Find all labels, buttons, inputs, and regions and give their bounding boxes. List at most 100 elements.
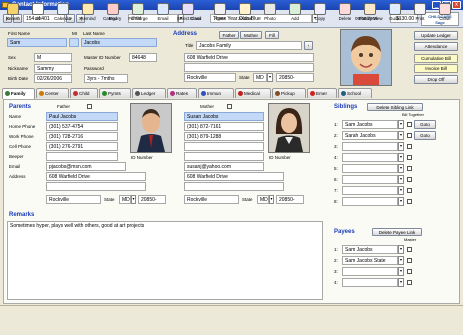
father-photo[interactable] <box>130 103 172 153</box>
payee-name-field[interactable] <box>342 278 398 287</box>
father-name-field[interactable]: Paul Jacobs <box>46 112 118 121</box>
mother-photo[interactable] <box>268 103 310 153</box>
last-name-field[interactable]: Jacobs <box>81 38 157 47</box>
father-email-field[interactable]: pjacobs@msn.com <box>46 162 126 171</box>
tab-pymts[interactable]: Pymts <box>99 88 131 98</box>
delete-sibling-link-button[interactable]: Delete Sibling Link <box>367 103 423 111</box>
payee-name-field[interactable] <box>342 267 398 276</box>
tab-family[interactable]: Family <box>2 88 35 99</box>
tab-ledger[interactable]: Ledger <box>132 88 166 98</box>
sibling-dropdown-icon[interactable]: ▾ <box>398 197 404 206</box>
sibling-dropdown-icon[interactable]: ▾ <box>398 186 404 195</box>
father-state-field[interactable]: MD <box>119 195 131 204</box>
bill-together-checkbox[interactable] <box>407 199 412 204</box>
close-button[interactable]: Close <box>434 2 456 29</box>
mother-state-dropdown-icon[interactable]: ▾ <box>269 195 274 204</box>
mother-street2-field[interactable] <box>184 182 284 191</box>
payee-dropdown-icon[interactable]: ▾ <box>398 256 404 265</box>
mother-name-field[interactable]: Susan Jacobs <box>184 112 264 121</box>
mother-state-field[interactable]: MD <box>257 195 269 204</box>
select-email-button[interactable]: Select Email <box>177 2 201 29</box>
remarks-textarea[interactable]: Sometimes hyper, plays well with others,… <box>7 221 323 300</box>
sibling-name-field[interactable] <box>342 197 398 206</box>
remind-button[interactable]: Remind <box>77 2 99 29</box>
address-city-field[interactable]: Rockville <box>184 73 236 82</box>
sibling-goto-button[interactable]: Goto <box>414 131 436 140</box>
payee-name-field[interactable]: Sam Jacobs State <box>342 256 398 265</box>
master-id-field[interactable]: 84648 <box>129 53 157 62</box>
update-ledger-button[interactable]: Update Ledger <box>414 31 458 40</box>
cumulative-bill-button[interactable]: Cumulative Bill <box>414 54 458 63</box>
sibling-dropdown-icon[interactable]: ▾ <box>398 131 404 140</box>
sibling-name-field[interactable]: Sarah Jacobs <box>342 131 398 140</box>
guide-button[interactable]: Guide <box>384 2 406 29</box>
mother-zip-field[interactable]: 20850- <box>276 195 304 204</box>
bill-together-checkbox[interactable] <box>407 155 412 160</box>
agets-button[interactable]: Agets <box>209 2 231 29</box>
sibling-name-field[interactable] <box>342 186 398 195</box>
address-street2-field[interactable] <box>184 63 314 72</box>
child-photo[interactable] <box>340 29 392 86</box>
sibling-dropdown-icon[interactable]: ▾ <box>398 164 404 173</box>
payee-dropdown-icon[interactable]: ▾ <box>398 245 404 254</box>
father-cell-field[interactable]: (301) 276-2791 <box>46 142 118 151</box>
payee-dropdown-icon[interactable]: ▾ <box>398 267 404 276</box>
tab-medical[interactable]: Medical <box>235 88 271 98</box>
sibling-dropdown-icon[interactable]: ▾ <box>398 142 404 151</box>
copy-button[interactable]: Copy <box>309 2 331 29</box>
delete-button[interactable]: Delete <box>334 2 356 29</box>
address-title-expand-button[interactable]: ‹ <box>304 41 313 50</box>
sibling-name-field[interactable] <box>342 175 398 184</box>
tab-emer[interactable]: Emer <box>307 88 337 98</box>
bill-together-checkbox[interactable] <box>407 122 412 127</box>
invoice-bill-button[interactable]: Invoice Bill <box>414 64 458 73</box>
list-button[interactable]: List <box>27 2 49 29</box>
email-button[interactable]: Email <box>152 2 174 29</box>
tab-school[interactable]: School <box>338 88 372 98</box>
address-state-dropdown-icon[interactable]: ▾ <box>267 73 273 82</box>
attendance-button[interactable]: Attendance <box>414 42 458 51</box>
mother-street-field[interactable]: 608 Warfield Drive <box>184 172 284 181</box>
address-title-field[interactable]: Jacobs Family <box>196 41 302 50</box>
father-work-field[interactable]: (301) 728-2716 <box>46 132 118 141</box>
tab-immun[interactable]: Immun <box>198 88 234 98</box>
bill-together-checkbox[interactable] <box>407 144 412 149</box>
mother-city-field[interactable]: Rockville <box>184 195 239 204</box>
delete-payee-link-button[interactable]: Delete Payee Link <box>372 228 422 236</box>
tab-pickup[interactable]: Pickup <box>272 88 306 98</box>
sibling-dropdown-icon[interactable]: ▾ <box>398 120 404 129</box>
bill-together-checkbox[interactable] <box>407 177 412 182</box>
address-fill-button[interactable]: Fill <box>265 31 279 39</box>
address-zip-field[interactable]: 20850- <box>276 73 314 82</box>
sibling-goto-button[interactable]: Goto <box>414 120 436 129</box>
address-tab-father[interactable]: Father <box>219 31 239 39</box>
fill-merge-button[interactable]: Fill Merge <box>127 2 149 29</box>
father-home-field[interactable]: (301) 537-4754 <box>46 122 118 131</box>
payee-name-field[interactable]: Sam Jacobs <box>342 245 398 254</box>
payee-master-checkbox[interactable] <box>407 258 412 263</box>
sibling-dropdown-icon[interactable]: ▾ <box>398 175 404 184</box>
address-street-field[interactable]: 608 Warfield Drive <box>184 53 314 62</box>
mother-work-field[interactable]: (301) 879-1288 <box>184 132 264 141</box>
sibling-name-field[interactable]: Sam Jacobs <box>342 120 398 129</box>
payee-dropdown-icon[interactable]: ▾ <box>398 278 404 287</box>
bill-together-checkbox[interactable] <box>407 133 412 138</box>
payee-master-checkbox[interactable] <box>407 269 412 274</box>
photo-button[interactable]: Photo <box>259 2 281 29</box>
father-city-field[interactable]: Rockville <box>46 195 101 204</box>
payee-master-checkbox[interactable] <box>407 280 412 285</box>
father-state-dropdown-icon[interactable]: ▾ <box>131 195 136 204</box>
end-button[interactable]: End <box>102 2 124 29</box>
search-button[interactable]: Search <box>2 2 24 29</box>
print-button[interactable]: Print <box>409 2 431 29</box>
tab-center[interactable]: Center <box>36 88 69 98</box>
tab-rates[interactable]: Rates <box>167 88 197 98</box>
add-button[interactable]: Add <box>284 2 306 29</box>
family-view-button[interactable]: Family View <box>359 2 383 29</box>
mother-checkbox[interactable] <box>227 104 232 109</box>
address-tab-mother[interactable]: Mother <box>240 31 262 39</box>
father-beeper-field[interactable] <box>46 152 118 161</box>
father-street2-field[interactable] <box>46 182 146 191</box>
mother-home-field[interactable]: (301) 872-7161 <box>184 122 264 131</box>
sibling-name-field[interactable] <box>342 164 398 173</box>
